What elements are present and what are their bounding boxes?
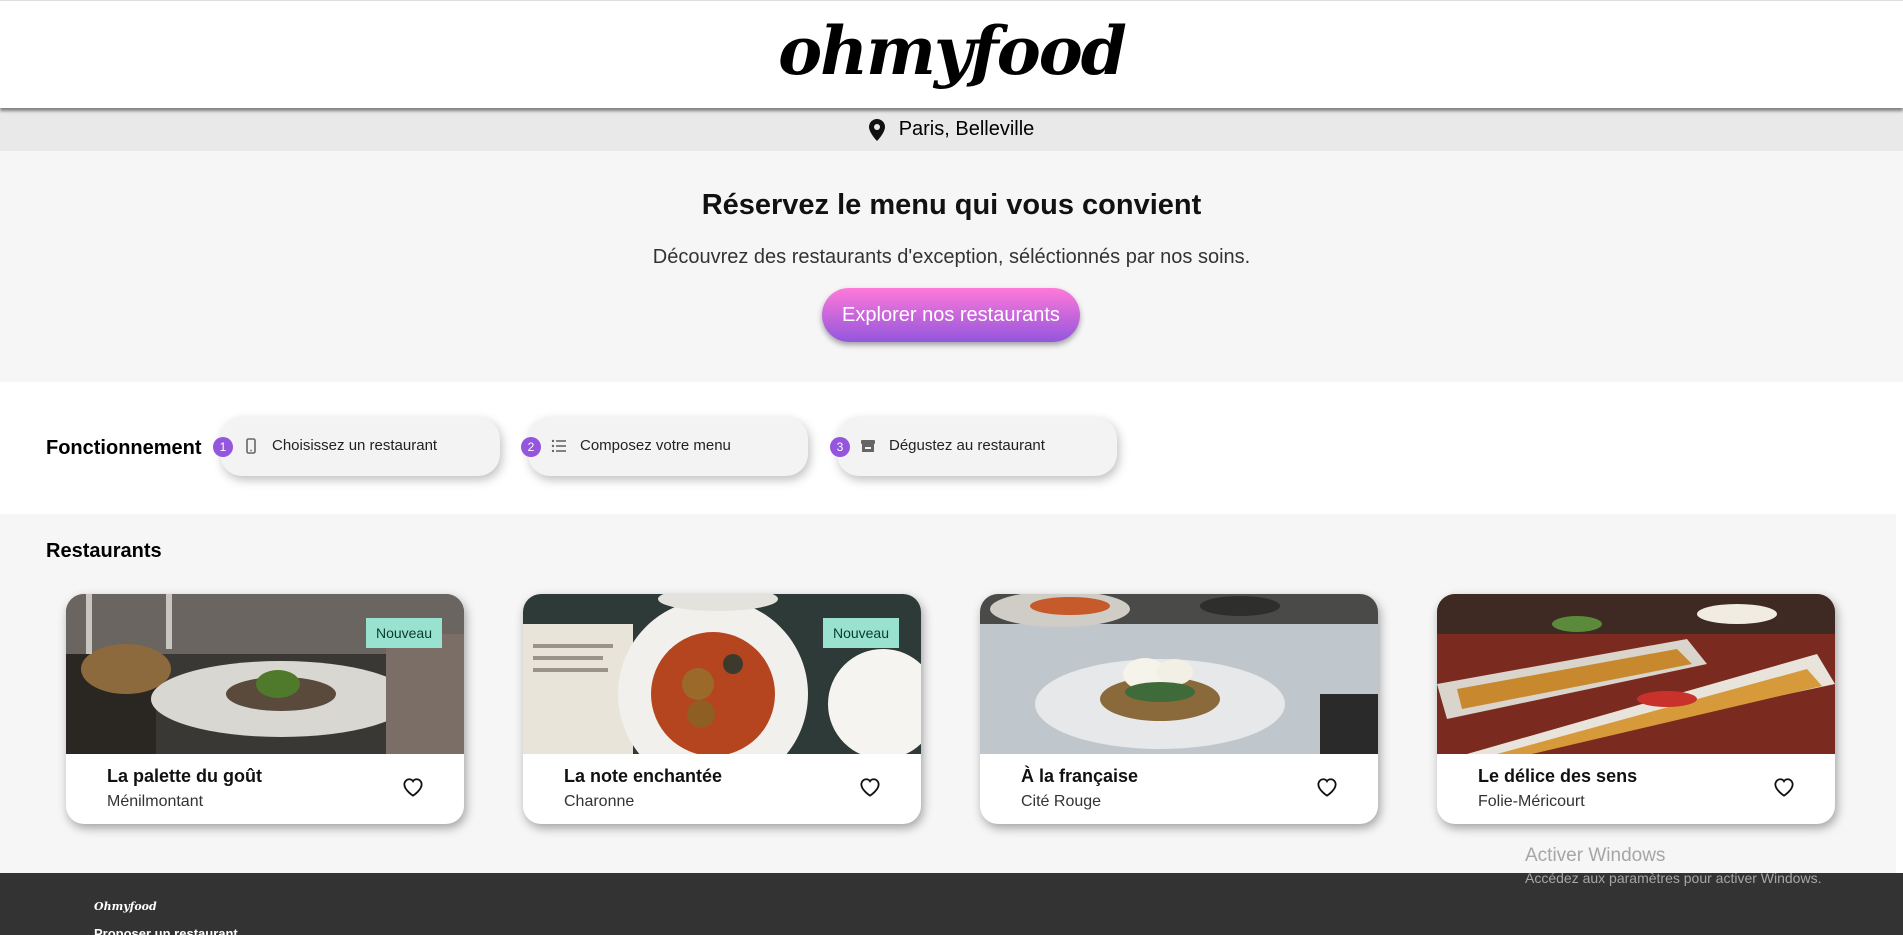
restaurant-photo <box>1437 594 1835 754</box>
step-number: 3 <box>830 437 850 457</box>
step-label: Choisissez un restaurant <box>272 437 438 454</box>
restaurant-name: La palette du goût <box>107 766 262 786</box>
new-badge: Nouveau <box>365 618 442 648</box>
step-label: Composez votre menu <box>580 437 731 454</box>
restaurant-area: Cité Rouge <box>1021 793 1102 810</box>
restaurant-area: Charonne <box>564 793 635 810</box>
restaurant-photo <box>980 594 1378 754</box>
activation-watermark-title: Activer Windows <box>1525 845 1666 866</box>
footer-link-propose[interactable]: Proposer un restaurant <box>94 926 238 935</box>
restaurant-area: Folie-Méricourt <box>1478 793 1585 810</box>
step-card-1: 1 Choisissez un restaurant <box>213 417 500 476</box>
restaurant-card-francaise[interactable]: À la française Cité Rouge <box>980 594 1378 824</box>
step-number: 2 <box>521 437 541 457</box>
restaurant-name: La note enchantée <box>564 766 723 786</box>
step-card-2: 2 Composez votre menu <box>521 417 808 476</box>
restaurant-card-palette[interactable]: Nouveau La palette du goût Ménilmontant <box>66 594 464 824</box>
how-title: Fonctionnement <box>46 437 202 459</box>
restaurant-name: Le délice des sens <box>1478 766 1638 786</box>
site-logo[interactable]: ohmyfood <box>0 11 1903 91</box>
location-bar: Paris, Belleville <box>0 108 1903 151</box>
footer-logo[interactable]: Ohmyfood <box>94 900 157 913</box>
phone-icon <box>246 438 256 454</box>
activation-watermark-text: Accédez aux paramètres pour activer Wind… <box>1525 870 1822 886</box>
hero-section: Réservez le menu qui vous convient Décou… <box>0 151 1903 382</box>
hero-subtitle: Découvrez des restaurants d'exception, s… <box>652 246 1251 268</box>
heart-icon[interactable] <box>1773 777 1795 797</box>
list-icon <box>551 439 566 453</box>
heart-icon[interactable] <box>859 777 881 797</box>
step-label: Dégustez au restaurant <box>889 437 1045 454</box>
map-pin-icon <box>868 118 885 141</box>
explore-restaurants-button[interactable]: Explorer nos restaurants <box>822 288 1080 342</box>
restaurant-area: Ménilmontant <box>107 793 204 810</box>
how-it-works-section: Fonctionnement 1 Choisissez un restauran… <box>0 382 1903 514</box>
restaurant-card-delice[interactable]: Le délice des sens Folie-Méricourt <box>1437 594 1835 824</box>
heart-icon[interactable] <box>402 777 424 797</box>
site-header: ohmyfood <box>0 0 1903 108</box>
restaurant-card-note[interactable]: Nouveau La note enchantée Charonne <box>523 594 921 824</box>
heart-icon[interactable] <box>1316 777 1338 797</box>
hero-title: Réservez le menu qui vous convient <box>701 189 1202 221</box>
new-badge: Nouveau <box>822 618 899 648</box>
store-icon <box>861 440 875 452</box>
location-text: Paris, Belleville <box>898 118 1035 140</box>
step-card-3: 3 Dégustez au restaurant <box>830 417 1117 476</box>
restaurant-name: À la française <box>1021 766 1139 786</box>
restaurants-title: Restaurants <box>46 540 162 562</box>
step-number: 1 <box>213 437 233 457</box>
